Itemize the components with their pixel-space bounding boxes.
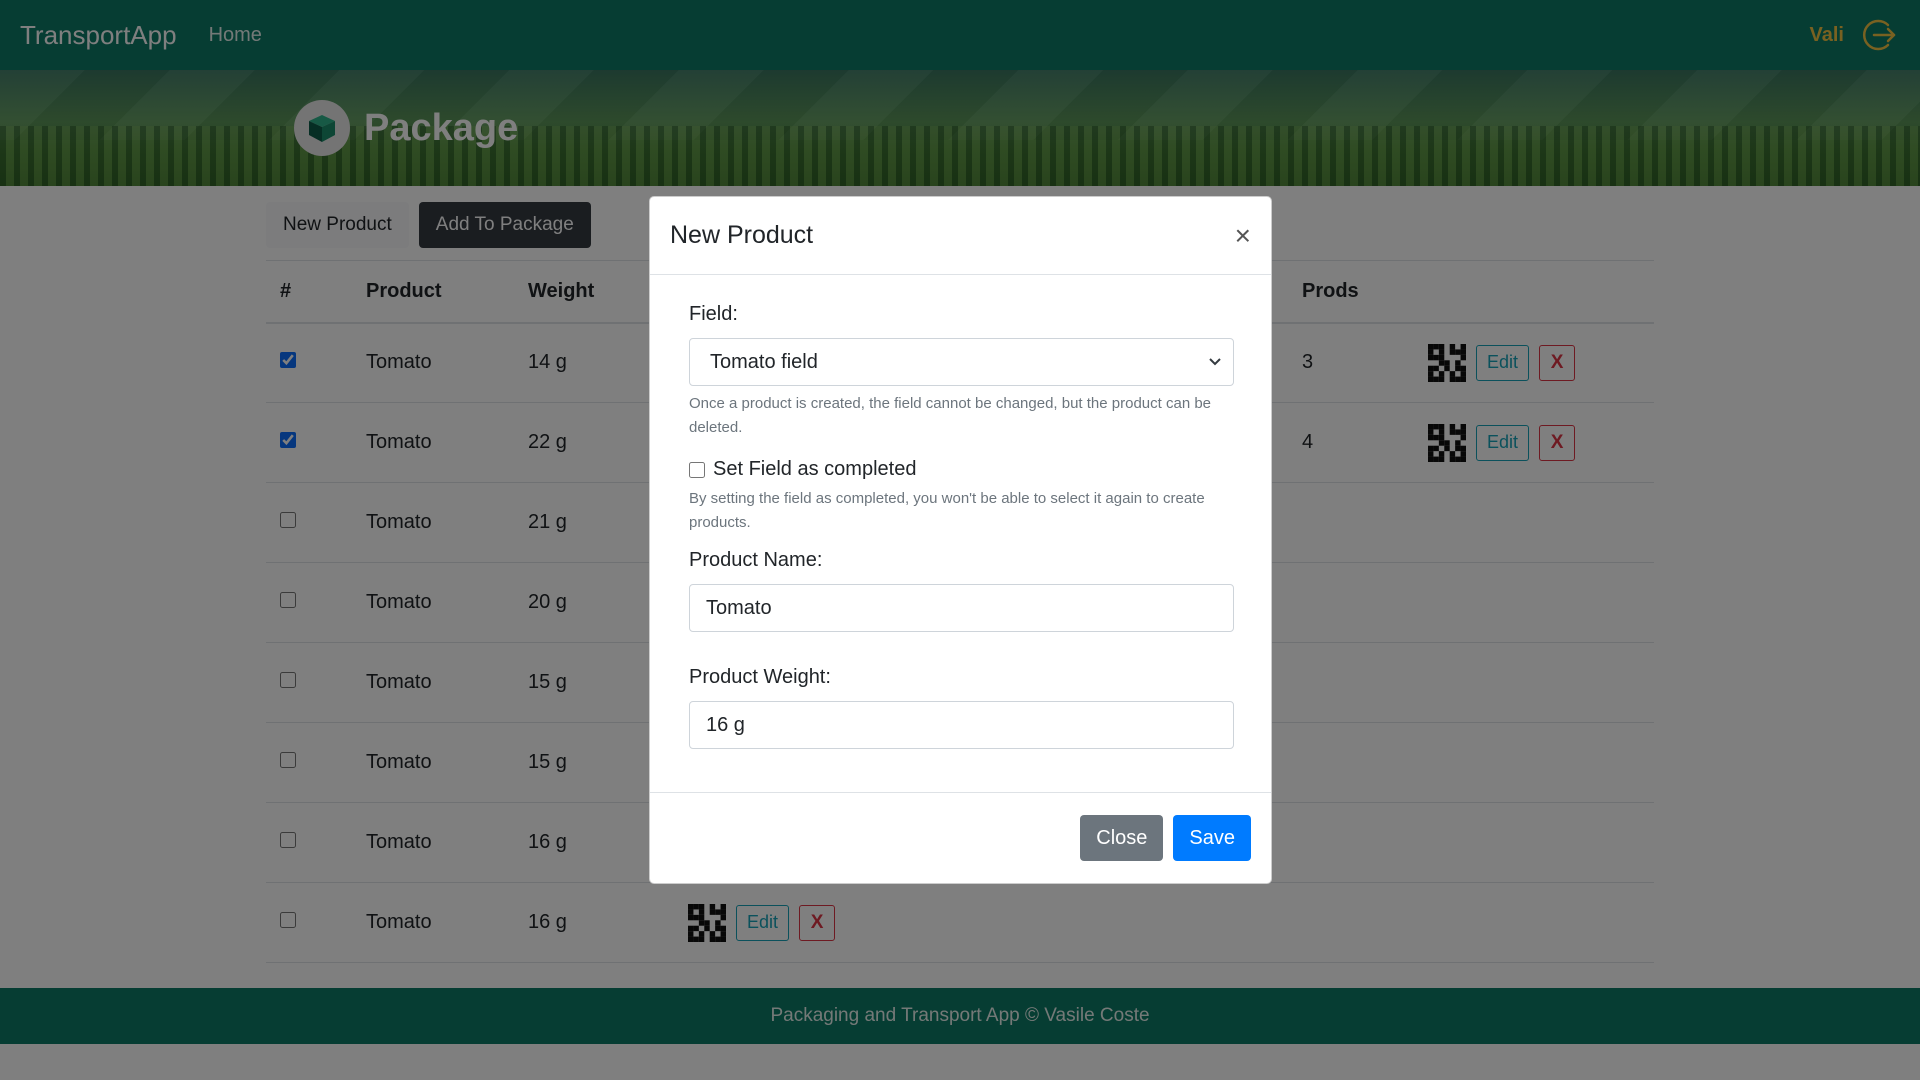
product-name-label: Product Name:: [689, 549, 823, 571]
modal-title: New Product: [670, 221, 814, 249]
modal-footer: Close Save: [650, 793, 1271, 883]
product-weight-input[interactable]: [689, 701, 1234, 749]
set-field-completed-label[interactable]: Set Field as completed: [713, 458, 916, 481]
field-select[interactable]: Tomato field: [689, 338, 1234, 386]
new-product-modal: New Product × Field: Tomato field Once a…: [649, 196, 1272, 884]
product-name-input[interactable]: [689, 584, 1234, 632]
modal-close-icon[interactable]: ×: [1235, 221, 1251, 250]
completed-checkbox-row: Set Field as completed: [689, 458, 1232, 481]
field-label: Field:: [689, 303, 738, 325]
close-button[interactable]: Close: [1080, 815, 1164, 861]
product-weight-label: Product Weight:: [689, 666, 831, 688]
field-select-value: Tomato field: [710, 350, 818, 373]
modal-body: Field: Tomato field Once a product is cr…: [650, 275, 1271, 793]
chevron-down-icon: [1209, 358, 1221, 366]
modal-header: New Product ×: [650, 197, 1271, 275]
set-field-completed-checkbox[interactable]: [689, 461, 705, 478]
completed-help-text: By setting the field as completed, you w…: [689, 490, 1205, 531]
save-button[interactable]: Save: [1173, 815, 1251, 861]
field-help-text: Once a product is created, the field can…: [689, 395, 1212, 436]
